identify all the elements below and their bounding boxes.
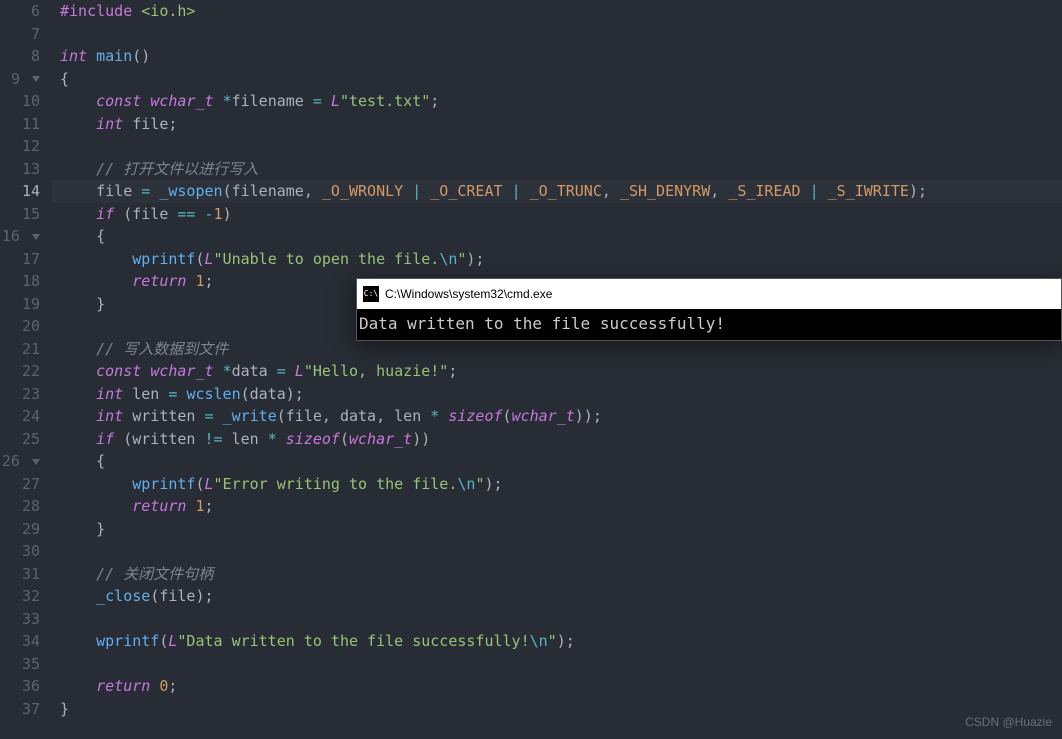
code-line[interactable]: int len = wcslen(data); — [52, 383, 1062, 406]
line-number: 26 — [0, 450, 40, 473]
code-line[interactable] — [52, 608, 1062, 631]
code-line[interactable]: // 打开文件以进行写入 — [52, 158, 1062, 181]
line-number: 17 — [0, 248, 40, 271]
code-line[interactable]: { — [52, 225, 1062, 248]
line-number: 27 — [0, 473, 40, 496]
line-number: 12 — [0, 135, 40, 158]
gutter: 6789 10111213141516 17181920212223242526… — [0, 0, 52, 739]
code-line[interactable]: const wchar_t *filename = L"test.txt"; — [52, 90, 1062, 113]
code-line[interactable]: { — [52, 68, 1062, 91]
line-number: 33 — [0, 608, 40, 631]
cmd-icon: C:\ — [363, 286, 379, 302]
code-line[interactable]: wprintf(L"Data written to the file succe… — [52, 630, 1062, 653]
line-number: 35 — [0, 653, 40, 676]
line-number: 28 — [0, 495, 40, 518]
line-number: 25 — [0, 428, 40, 451]
line-number: 29 — [0, 518, 40, 541]
line-number: 9 — [0, 68, 40, 91]
code-editor[interactable]: 6789 10111213141516 17181920212223242526… — [0, 0, 1062, 739]
cmd-titlebar[interactable]: C:\ C:\Windows\system32\cmd.exe — [357, 279, 1061, 309]
code-line[interactable] — [52, 540, 1062, 563]
code-area[interactable]: #include <io.h> int main(){ const wchar_… — [52, 0, 1062, 739]
cmd-output: Data written to the file successfully! — [357, 309, 1061, 340]
line-number: 36 — [0, 675, 40, 698]
line-number: 18 — [0, 270, 40, 293]
fold-marker-icon[interactable] — [32, 76, 40, 82]
line-number: 20 — [0, 315, 40, 338]
code-line[interactable]: { — [52, 450, 1062, 473]
code-line[interactable]: } — [52, 698, 1062, 721]
line-number: 31 — [0, 563, 40, 586]
code-line[interactable]: const wchar_t *data = L"Hello, huazie!"; — [52, 360, 1062, 383]
code-line[interactable] — [52, 23, 1062, 46]
line-number: 30 — [0, 540, 40, 563]
code-line[interactable]: #include <io.h> — [52, 0, 1062, 23]
line-number: 15 — [0, 203, 40, 226]
code-line[interactable]: return 1; — [52, 495, 1062, 518]
code-line[interactable]: _close(file); — [52, 585, 1062, 608]
fold-marker-icon[interactable] — [32, 234, 40, 240]
code-line[interactable]: } — [52, 518, 1062, 541]
code-line[interactable]: if (written != len * sizeof(wchar_t)) — [52, 428, 1062, 451]
code-line[interactable]: return 0; — [52, 675, 1062, 698]
line-number: 34 — [0, 630, 40, 653]
code-line[interactable] — [52, 135, 1062, 158]
line-number: 8 — [0, 45, 40, 68]
cmd-title: C:\Windows\system32\cmd.exe — [385, 283, 552, 306]
line-number: 16 — [0, 225, 40, 248]
code-line[interactable]: int written = _write(file, data, len * s… — [52, 405, 1062, 428]
line-number: 14 — [0, 180, 40, 203]
code-line[interactable]: int main() — [52, 45, 1062, 68]
code-line[interactable]: wprintf(L"Error writing to the file.\n")… — [52, 473, 1062, 496]
cmd-window[interactable]: C:\ C:\Windows\system32\cmd.exe Data wri… — [356, 278, 1062, 341]
line-number: 24 — [0, 405, 40, 428]
watermark: CSDN @Huazie — [965, 711, 1052, 734]
code-line[interactable]: if (file == -1) — [52, 203, 1062, 226]
line-number: 10 — [0, 90, 40, 113]
code-line[interactable]: int file; — [52, 113, 1062, 136]
line-number: 19 — [0, 293, 40, 316]
line-number: 23 — [0, 383, 40, 406]
code-line[interactable]: // 关闭文件句柄 — [52, 563, 1062, 586]
line-number: 32 — [0, 585, 40, 608]
fold-marker-icon[interactable] — [32, 459, 40, 465]
code-line[interactable]: file = _wsopen(filename, _O_WRONLY | _O_… — [52, 180, 1062, 203]
code-line[interactable]: // 写入数据到文件 — [52, 338, 1062, 361]
line-number: 11 — [0, 113, 40, 136]
code-line[interactable]: wprintf(L"Unable to open the file.\n"); — [52, 248, 1062, 271]
line-number: 6 — [0, 0, 40, 23]
line-number: 21 — [0, 338, 40, 361]
line-number: 22 — [0, 360, 40, 383]
line-number: 7 — [0, 23, 40, 46]
line-number: 13 — [0, 158, 40, 181]
code-line[interactable] — [52, 653, 1062, 676]
line-number: 37 — [0, 698, 40, 721]
